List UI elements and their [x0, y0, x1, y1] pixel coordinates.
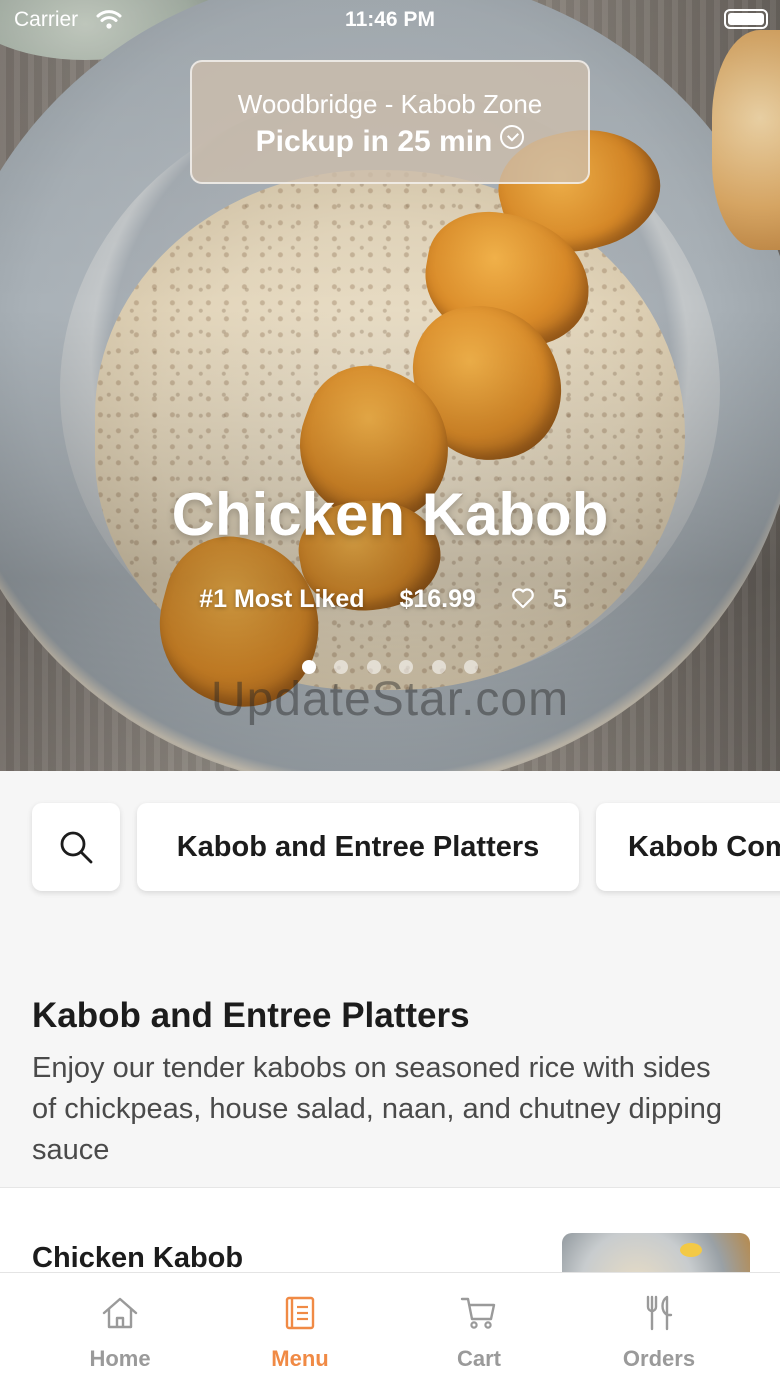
location-name: Woodbridge - Kabob Zone: [237, 89, 543, 119]
hero-title: Chicken Kabob: [171, 481, 609, 548]
pickup-label: Pickup in 25 min: [255, 125, 493, 158]
tab-home[interactable]: Home: [30, 1273, 210, 1387]
lemon-image: [680, 1243, 702, 1257]
hero-meta: #1 Most Liked $16.99 5: [0, 585, 780, 614]
orders-icon: [646, 1295, 673, 1331]
tab-label: Orders: [622, 1346, 696, 1371]
likes-count: 5: [552, 585, 567, 613]
tab-bar: Home Menu Cart Orders: [0, 1272, 780, 1387]
hero-likes[interactable]: 5: [511, 585, 581, 613]
status-bar: Carrier 11:46 PM: [0, 0, 780, 40]
home-icon: [102, 1297, 138, 1329]
menu-icon: [285, 1296, 315, 1330]
tab-cart[interactable]: Cart: [389, 1273, 569, 1387]
search-button[interactable]: [32, 803, 120, 891]
tab-menu[interactable]: Menu: [210, 1273, 390, 1387]
location-selector[interactable]: Woodbridge - Kabob Zone Pickup in 25 min: [190, 60, 590, 184]
hero-price: $16.99: [399, 585, 476, 613]
cart-icon: [460, 1297, 496, 1329]
tab-label: Cart: [456, 1346, 501, 1371]
category-chip[interactable]: Kabob and Entree Platters: [137, 803, 579, 891]
section-title: Kabob and Entree Platters: [32, 996, 470, 1035]
menu-item-title: Chicken Kabob: [32, 1242, 244, 1274]
category-chip[interactable]: Kabob Combos: [596, 803, 780, 891]
watermark: UpdateStar.com: [210, 673, 570, 726]
pickup-time: Pickup in 25 min: [192, 125, 588, 159]
tab-orders[interactable]: Orders: [569, 1273, 749, 1387]
category-chip-bar[interactable]: Kabob and Entree Platters Kabob Combos: [0, 771, 780, 941]
heart-icon: [512, 588, 534, 609]
search-icon: [60, 831, 93, 864]
tab-label: Menu: [271, 1346, 329, 1371]
chevron-down-circle-icon: [500, 125, 525, 149]
hero-badge: #1 Most Liked: [199, 585, 365, 613]
section-description: Enjoy our tender kabobs on seasoned rice…: [32, 1052, 723, 1166]
tab-label: Home: [89, 1346, 151, 1371]
battery-icon: [724, 9, 768, 29]
status-time: 11:46 PM: [345, 8, 435, 31]
